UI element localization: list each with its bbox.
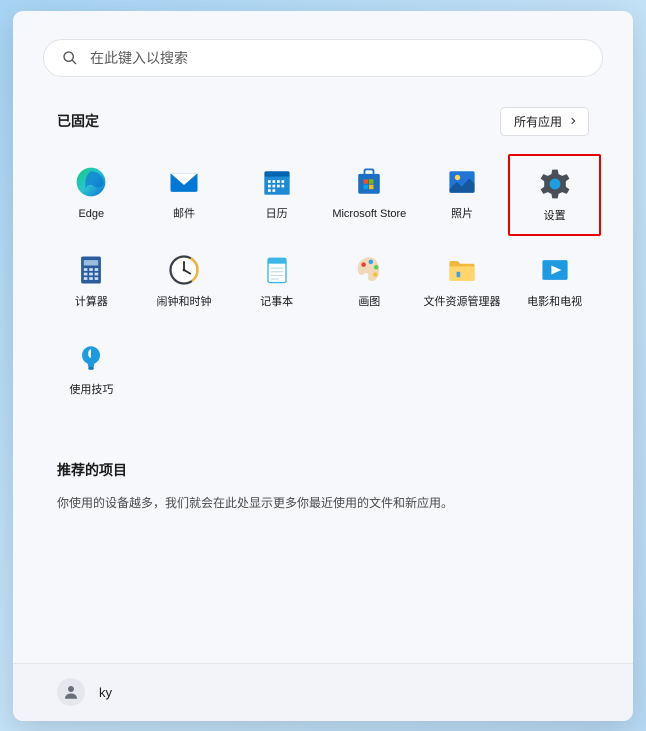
app-label: 记事本: [260, 296, 293, 309]
search-icon: [62, 50, 78, 66]
app-edge[interactable]: Edge: [45, 154, 138, 236]
recommended-description: 你使用的设备越多，我们就会在此处显示更多你最近使用的文件和新应用。: [57, 494, 589, 512]
notepad-icon: [259, 252, 295, 288]
app-photos[interactable]: 照片: [416, 154, 509, 236]
tips-icon: [73, 340, 109, 376]
calculator-icon: [73, 252, 109, 288]
all-apps-button[interactable]: 所有应用: [500, 107, 589, 136]
app-settings[interactable]: 设置: [508, 154, 601, 236]
person-icon: [62, 683, 80, 701]
recommended-section: 推荐的项目 你使用的设备越多，我们就会在此处显示更多你最近使用的文件和新应用。: [57, 460, 589, 512]
app-movies[interactable]: 电影和电视: [508, 242, 601, 324]
folder-icon: [444, 252, 480, 288]
pinned-header: 已固定 所有应用: [57, 107, 589, 136]
app-label: 计算器: [75, 296, 108, 309]
pinned-title: 已固定: [57, 111, 99, 131]
start-menu: 在此键入以搜索 已固定 所有应用 Edge: [13, 11, 633, 721]
app-label: 使用技巧: [69, 384, 113, 397]
all-apps-label: 所有应用: [514, 113, 562, 130]
app-label: 照片: [451, 208, 473, 221]
photos-icon: [444, 164, 480, 200]
recommended-title: 推荐的项目: [57, 460, 589, 480]
app-calendar[interactable]: 日历: [230, 154, 323, 236]
search-placeholder: 在此键入以搜索: [90, 48, 188, 68]
app-label: 邮件: [173, 208, 195, 221]
start-footer: ky: [13, 663, 633, 721]
pinned-apps-grid: Edge 邮件 日历: [13, 154, 633, 412]
app-clock[interactable]: 闹钟和时钟: [138, 242, 231, 324]
app-label: Microsoft Store: [332, 208, 406, 221]
username[interactable]: ky: [99, 685, 112, 700]
movies-icon: [537, 252, 573, 288]
user-avatar[interactable]: [57, 678, 85, 706]
paint-icon: [351, 252, 387, 288]
search-input[interactable]: 在此键入以搜索: [43, 39, 603, 77]
app-label: 电影和电视: [527, 296, 582, 309]
app-label: 文件资源管理器: [423, 296, 500, 309]
chevron-right-icon: [568, 116, 578, 126]
app-notepad[interactable]: 记事本: [230, 242, 323, 324]
app-paint[interactable]: 画图: [323, 242, 416, 324]
app-tips[interactable]: 使用技巧: [45, 330, 138, 412]
store-icon: [351, 164, 387, 200]
settings-icon: [537, 166, 573, 202]
app-label: 画图: [358, 296, 380, 309]
app-mail[interactable]: 邮件: [138, 154, 231, 236]
app-explorer[interactable]: 文件资源管理器: [416, 242, 509, 324]
app-label: 日历: [266, 208, 288, 221]
app-calculator[interactable]: 计算器: [45, 242, 138, 324]
calendar-icon: [259, 164, 295, 200]
edge-icon: [73, 164, 109, 200]
clock-icon: [166, 252, 202, 288]
app-store[interactable]: Microsoft Store: [323, 154, 416, 236]
app-label: Edge: [78, 208, 104, 221]
app-label: 闹钟和时钟: [156, 296, 211, 309]
app-label: 设置: [544, 210, 566, 223]
mail-icon: [166, 164, 202, 200]
